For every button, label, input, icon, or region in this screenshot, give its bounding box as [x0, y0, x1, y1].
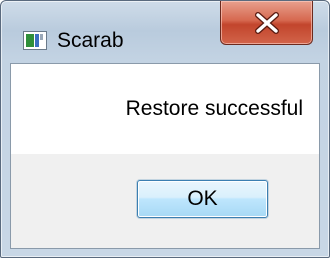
message-area: Restore successful	[11, 64, 319, 154]
close-x-icon	[254, 11, 279, 34]
window-title: Scarab	[57, 29, 124, 52]
title-bar[interactable]: Scarab	[1, 1, 329, 61]
dialog-message: Restore successful	[125, 97, 303, 120]
app-icon	[23, 31, 47, 50]
dialog-content: Restore successful OK	[10, 63, 320, 249]
dialog-window: Scarab Restore successful OK	[0, 0, 330, 258]
ok-button[interactable]: OK	[137, 180, 268, 218]
close-button[interactable]	[220, 1, 313, 45]
